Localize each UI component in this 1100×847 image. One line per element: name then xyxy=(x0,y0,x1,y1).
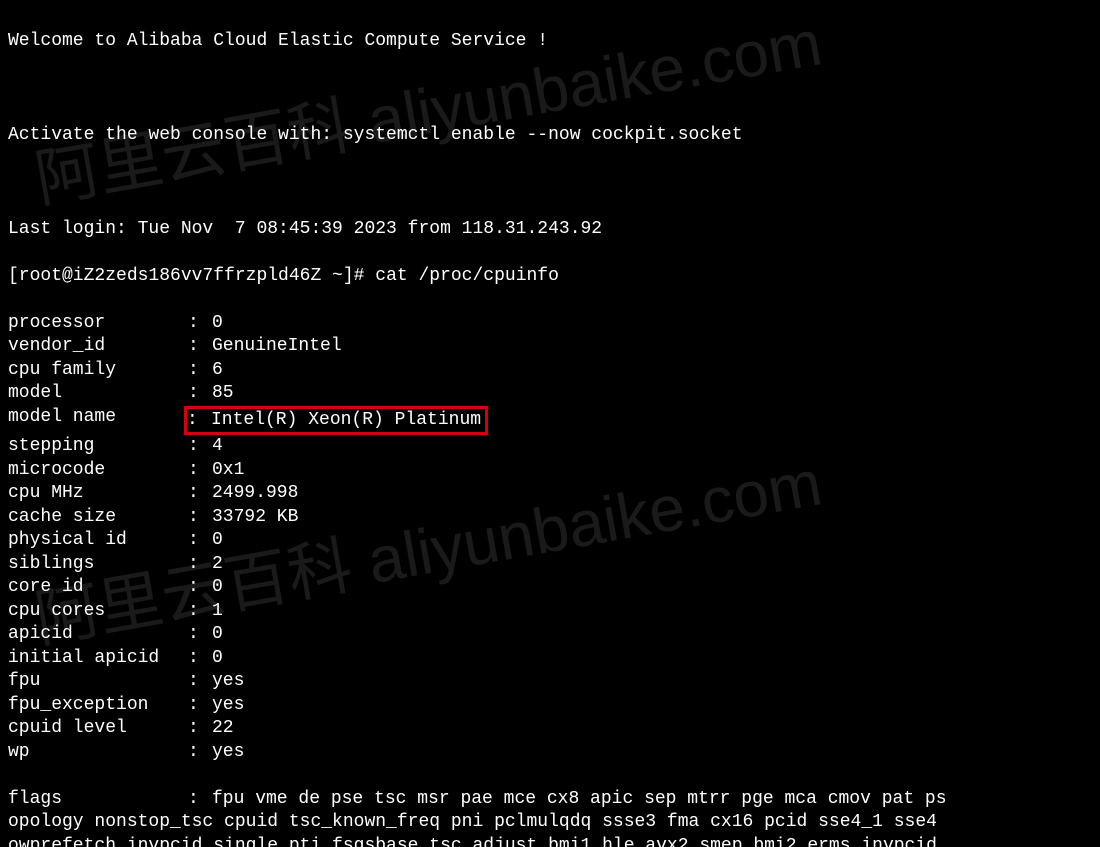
cpuinfo-key: core id xyxy=(8,576,188,600)
cpuinfo-key: fpu xyxy=(8,670,188,694)
cpuinfo-row: model name: Intel(R) Xeon(R) Platinum xyxy=(8,406,1092,436)
cpuinfo-key: cpu MHz xyxy=(8,482,188,506)
cpuinfo-row: cpuid level: 22 xyxy=(8,717,1092,741)
cpuinfo-block: processor: 0vendor_id: GenuineIntelcpu f… xyxy=(8,312,1092,765)
cpuinfo-key: siblings xyxy=(8,553,188,577)
cpuinfo-key: stepping xyxy=(8,435,188,459)
cpuinfo-value: 33792 KB xyxy=(212,506,1092,530)
cpuinfo-sep: : xyxy=(188,382,212,406)
blank-line xyxy=(8,77,1092,101)
last-login-line: Last login: Tue Nov 7 08:45:39 2023 from… xyxy=(8,218,1092,242)
cpuinfo-row: cpu family: 6 xyxy=(8,359,1092,383)
cpuinfo-value: 1 xyxy=(212,600,1092,624)
cpuinfo-key: microcode xyxy=(8,459,188,483)
cpuinfo-row: cache size: 33792 KB xyxy=(8,506,1092,530)
cpuinfo-row: apicid: 0 xyxy=(8,623,1092,647)
cpuinfo-row: model: 85 xyxy=(8,382,1092,406)
shell-prompt: [root@iZ2zeds186vv7ffrzpld46Z ~]# xyxy=(8,266,375,286)
blank-line xyxy=(8,171,1092,195)
cpuinfo-row: physical id: 0 xyxy=(8,529,1092,553)
cpuinfo-key: vendor_id xyxy=(8,335,188,359)
cpuinfo-value: 2499.998 xyxy=(212,482,1092,506)
cpuinfo-row: processor: 0 xyxy=(8,312,1092,336)
flags-continuation: opology nonstop_tsc cpuid tsc_known_freq… xyxy=(8,811,1092,835)
cpuinfo-value: 0x1 xyxy=(212,459,1092,483)
welcome-line: Welcome to Alibaba Cloud Elastic Compute… xyxy=(8,30,1092,54)
cpuinfo-value: Intel(R) Xeon(R) Platinum xyxy=(211,410,481,430)
cpuinfo-value: GenuineIntel xyxy=(212,335,1092,359)
cpuinfo-row: microcode: 0x1 xyxy=(8,459,1092,483)
flags-continuation: owprefetch invpcid_single pti fsgsbase t… xyxy=(8,835,1092,847)
cpuinfo-row: initial apicid: 0 xyxy=(8,647,1092,671)
cpuinfo-sep: : xyxy=(188,741,212,765)
cpuinfo-sep: : xyxy=(188,435,212,459)
cpuinfo-row: core id: 0 xyxy=(8,576,1092,600)
cpuinfo-sep: : xyxy=(188,553,212,577)
cpuinfo-value: 0 xyxy=(212,623,1092,647)
cpuinfo-key: physical id xyxy=(8,529,188,553)
cpuinfo-sep: : xyxy=(188,335,212,359)
cpuinfo-value: yes xyxy=(212,670,1092,694)
cpuinfo-sep: : xyxy=(188,482,212,506)
cpuinfo-value: yes xyxy=(212,694,1092,718)
cpuinfo-value: yes xyxy=(212,741,1092,765)
activate-line: Activate the web console with: systemctl… xyxy=(8,124,1092,148)
cpuinfo-row: wp: yes xyxy=(8,741,1092,765)
cpuinfo-key: flags xyxy=(8,788,188,812)
cpuinfo-key: cache size xyxy=(8,506,188,530)
cpuinfo-value: 0 xyxy=(212,312,1092,336)
cpuinfo-key: model name xyxy=(8,406,188,436)
cpuinfo-sep: : xyxy=(188,529,212,553)
cpuinfo-sep: : xyxy=(188,670,212,694)
cpu-model-highlight: : Intel(R) Xeon(R) Platinum xyxy=(184,406,488,436)
cpuinfo-row: vendor_id: GenuineIntel xyxy=(8,335,1092,359)
cpuinfo-key: apicid xyxy=(8,623,188,647)
cpuinfo-row: cpu MHz: 2499.998 xyxy=(8,482,1092,506)
cpuinfo-key: cpuid level xyxy=(8,717,188,741)
cpuinfo-value: 85 xyxy=(212,382,1092,406)
cpuinfo-row: fpu: yes xyxy=(8,670,1092,694)
cpuinfo-value: 6 xyxy=(212,359,1092,383)
cpuinfo-key: model xyxy=(8,382,188,406)
terminal-output: Welcome to Alibaba Cloud Elastic Compute… xyxy=(0,0,1100,847)
cpuinfo-sep: : xyxy=(188,694,212,718)
cpuinfo-value: 0 xyxy=(212,529,1092,553)
cpuinfo-sep: : xyxy=(188,312,212,336)
cpuinfo-row-flags: flags: fpu vme de pse tsc msr pae mce cx… xyxy=(8,788,1092,812)
cpuinfo-sep: : xyxy=(188,623,212,647)
cpuinfo-key: cpu family xyxy=(8,359,188,383)
cpuinfo-row: fpu_exception: yes xyxy=(8,694,1092,718)
cpuinfo-sep: : xyxy=(188,506,212,530)
cpuinfo-value: 0 xyxy=(212,576,1092,600)
cpuinfo-sep: : xyxy=(188,359,212,383)
cpuinfo-value: 22 xyxy=(212,717,1092,741)
cpuinfo-sep: : xyxy=(187,409,211,433)
cpuinfo-key: initial apicid xyxy=(8,647,188,671)
cpuinfo-sep: : xyxy=(188,717,212,741)
command-text: cat /proc/cpuinfo xyxy=(375,266,559,286)
cpuinfo-value: 2 xyxy=(212,553,1092,577)
cpuinfo-row: siblings: 2 xyxy=(8,553,1092,577)
cpuinfo-key: fpu_exception xyxy=(8,694,188,718)
cpuinfo-value: 4 xyxy=(212,435,1092,459)
cpuinfo-row: cpu cores: 1 xyxy=(8,600,1092,624)
cpuinfo-key: processor xyxy=(8,312,188,336)
cpuinfo-sep: : xyxy=(188,600,212,624)
cpuinfo-key: wp xyxy=(8,741,188,765)
cpuinfo-sep: : xyxy=(188,459,212,483)
cpuinfo-value: fpu vme de pse tsc msr pae mce cx8 apic … xyxy=(212,788,1092,812)
cpuinfo-sep: : xyxy=(188,576,212,600)
cpuinfo-key: cpu cores xyxy=(8,600,188,624)
prompt-line[interactable]: [root@iZ2zeds186vv7ffrzpld46Z ~]# cat /p… xyxy=(8,265,1092,289)
cpuinfo-sep: : xyxy=(188,788,212,812)
flags-block: flags: fpu vme de pse tsc msr pae mce cx… xyxy=(8,788,1092,847)
cpuinfo-value: 0 xyxy=(212,647,1092,671)
cpuinfo-row: stepping: 4 xyxy=(8,435,1092,459)
cpuinfo-sep: : xyxy=(188,647,212,671)
